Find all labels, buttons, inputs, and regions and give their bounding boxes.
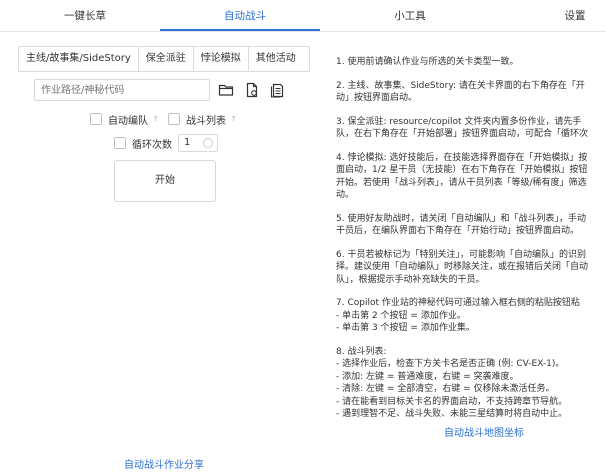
battle-list-help-icon[interactable]: ? [229, 115, 238, 124]
path-row [34, 78, 288, 102]
help-line: 队」，根据提示手动补充缺失的干员。 [336, 274, 485, 285]
help-line: - 遇到理智不足、战斗失败、未能三星结算时将自动中止。 [336, 409, 568, 419]
help-line: - 请在能看到目标关卡名的界面启动，不支持跨章节导航。 [336, 396, 568, 407]
help-line: 1. 使用前请确认作业与所选的关卡类型一致。 [336, 57, 519, 67]
subtab-security-deploy[interactable]: 保全派驻 [139, 47, 194, 71]
stage-type-tabs: 主线/故事集/SideStory 保全派驻 悖论模拟 其他活动 [18, 46, 310, 72]
help-line: 干员后，在编队界面右下角存在「开始行动」按钮界面启动。 [336, 226, 580, 236]
battle-list-row: 战斗列表 ? [168, 111, 238, 127]
file-list-icon[interactable] [268, 79, 288, 101]
help-line: 开始。若使用「战斗列表」，请从干员列表「等级/稀有度」筛选 [336, 177, 587, 188]
auto-squad-checkbox[interactable] [90, 113, 102, 125]
auto-squad-help-icon[interactable]: ? [151, 115, 160, 124]
help-paragraph-6: 6. 干员若被标记为「特别关注」，可能影响「自动编队」的识别 择。建议使用「自动… [336, 249, 606, 287]
help-line: 3. 保全派驻: resource/copilot 文件夹内置多份作业，请先手 [336, 116, 582, 127]
help-paragraph-4: 4. 悖论模拟: 选好技能后，在技能选择界面存在「开始模拟」按 面启动，1/2 … [336, 152, 606, 202]
subtab-paradox-sim[interactable]: 悖论模拟 [194, 47, 249, 71]
path-input[interactable] [34, 79, 210, 101]
battle-list-label: 战斗列表 [186, 115, 226, 127]
active-tab-indicator [160, 29, 320, 31]
auto-squad-label: 自动编队 [108, 115, 148, 127]
help-line: 4. 悖论模拟: 选好技能后，在技能选择界面存在「开始模拟」按 [336, 152, 588, 163]
loop-row: 循环次数 1 [114, 133, 218, 153]
battle-share-link[interactable]: 自动战斗作业分享 [124, 456, 204, 471]
tab-farming[interactable]: 一键长草 [40, 0, 130, 32]
help-line: - 添加: 左键 = 普通难度，右键 = 突袭难度。 [336, 371, 519, 382]
help-line: - 清除: 左键 = 全部清空，右键 = 仅移除未激活任务。 [336, 384, 555, 394]
help-line: 5. 使用好友助战时，请关闭「自动编队」和「战斗列表」，手动 [336, 213, 586, 224]
battle-list-checkbox[interactable] [168, 113, 180, 125]
help-line: 面启动，1/2 星干员（无技能）在右下角存在「开始模拟」按钮 [336, 165, 588, 175]
help-line: 6. 干员若被标记为「特别关注」，可能影响「自动编队」的识别 [336, 249, 586, 260]
battle-map-coords-link[interactable]: 自动战斗地图坐标 [444, 424, 524, 439]
loop-checkbox[interactable] [114, 137, 126, 149]
loop-count-stepper[interactable]: 1 [178, 134, 218, 152]
help-line: - 选择作业后，检查下方关卡名是否正确 (例: CV-EX-1)。 [336, 359, 565, 369]
help-line: 8. 战斗列表: [336, 346, 387, 357]
subtab-other-events[interactable]: 其他活动 [249, 47, 303, 71]
help-paragraph-8: 8. 战斗列表: - 选择作业后，检查下方关卡名是否正确 (例: CV-EX-1… [336, 346, 606, 421]
help-line: 动。 [336, 190, 355, 200]
help-line: 2. 主线、故事集、SideStory: 请在关卡界面的右下角存在「开 [336, 80, 585, 91]
help-line: 7. Copilot 作业站的神秘代码可通过输入框右侧的粘贴按钮粘 [336, 298, 580, 308]
loop-label: 循环次数 [132, 139, 172, 151]
help-paragraph-1: 1. 使用前请确认作业与所选的关卡类型一致。 [336, 56, 606, 69]
help-line: - 单击第 2 个按钮 = 添加作业。 [336, 310, 466, 321]
folder-icon[interactable] [216, 79, 236, 101]
start-button[interactable]: 开始 [114, 160, 216, 202]
loop-count-value: 1 [184, 137, 191, 148]
help-line: 动」按钮界面启动。 [336, 93, 418, 103]
spin-icon[interactable] [203, 138, 213, 148]
subtab-main-story[interactable]: 主线/故事集/SideStory [19, 47, 139, 71]
help-line: - 单击第 3 个按钮 = 添加作业集。 [336, 323, 475, 333]
auto-squad-row: 自动编队 ? [90, 111, 160, 127]
help-line: 择。建议使用「自动编队」时移除关注，或在报错后关闭「自动 [336, 262, 589, 272]
left-panel: 主线/故事集/SideStory 保全派驻 悖论模拟 其他活动 自动编队 ? 战… [0, 32, 318, 475]
top-nav: 一键长草 自动战斗 小工具 设置 [0, 0, 606, 32]
help-line: 队，在右下角存在「开始部署」按钮界面启动，可配合「循环次 [336, 129, 589, 139]
tab-settings[interactable]: 设置 [545, 0, 605, 32]
tab-tools[interactable]: 小工具 [350, 0, 470, 32]
help-paragraph-2: 2. 主线、故事集、SideStory: 请在关卡界面的右下角存在「开 动」按钮… [336, 80, 606, 105]
help-paragraph-7: 7. Copilot 作业站的神秘代码可通过输入框右侧的粘贴按钮粘 - 单击第 … [336, 297, 606, 335]
file-paste-icon[interactable] [242, 79, 262, 101]
help-paragraph-3: 3. 保全派驻: resource/copilot 文件夹内置多份作业，请先手 … [336, 116, 606, 141]
help-paragraph-5: 5. 使用好友助战时，请关闭「自动编队」和「战斗列表」，手动 干员后，在编队界面… [336, 213, 606, 238]
tab-auto-battle[interactable]: 自动战斗 [185, 0, 305, 32]
help-panel: 1. 使用前请确认作业与所选的关卡类型一致。 2. 主线、故事集、SideSto… [336, 56, 606, 446]
